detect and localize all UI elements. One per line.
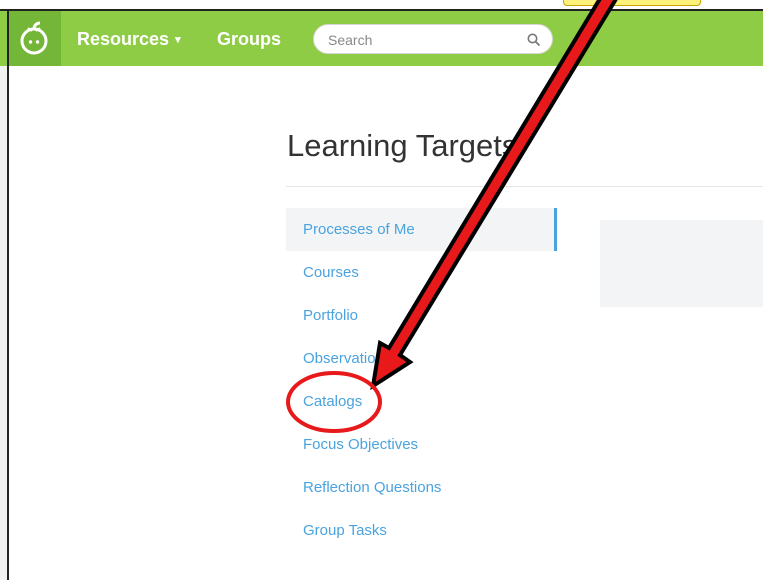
menu-item-reflection-questions[interactable]: Reflection Questions <box>286 466 557 509</box>
chevron-down-icon: ▾ <box>175 34 181 46</box>
nav-resources-menu[interactable]: Resources ▾ <box>77 29 181 50</box>
menu-item-catalogs[interactable]: Catalogs <box>286 380 557 423</box>
nav-groups-link[interactable]: Groups <box>217 29 281 50</box>
menu-item-portfolio[interactable]: Portfolio <box>286 294 557 337</box>
yellow-tab <box>563 0 701 6</box>
search-box <box>313 24 553 54</box>
menu-item-processes-of-me[interactable]: Processes of Me <box>286 208 557 251</box>
top-navbar: Resources ▾ Groups <box>0 11 763 66</box>
menu-item-observations[interactable]: Observations <box>286 337 557 380</box>
left-border-line <box>7 11 9 580</box>
learning-targets-menu: Processes of Me Courses Portfolio Observ… <box>286 208 557 552</box>
page-title: Learning Targets <box>287 128 518 163</box>
search-icon[interactable] <box>527 33 541 47</box>
content-panel <box>600 220 763 307</box>
title-divider <box>286 186 763 187</box>
menu-item-focus-objectives[interactable]: Focus Objectives <box>286 423 557 466</box>
menu-item-group-tasks[interactable]: Group Tasks <box>286 509 557 552</box>
logo-button[interactable] <box>8 11 61 66</box>
apple-logo-icon <box>20 21 48 55</box>
nav-resources-label: Resources <box>77 29 170 49</box>
menu-item-courses[interactable]: Courses <box>286 251 557 294</box>
search-input[interactable] <box>326 30 520 50</box>
